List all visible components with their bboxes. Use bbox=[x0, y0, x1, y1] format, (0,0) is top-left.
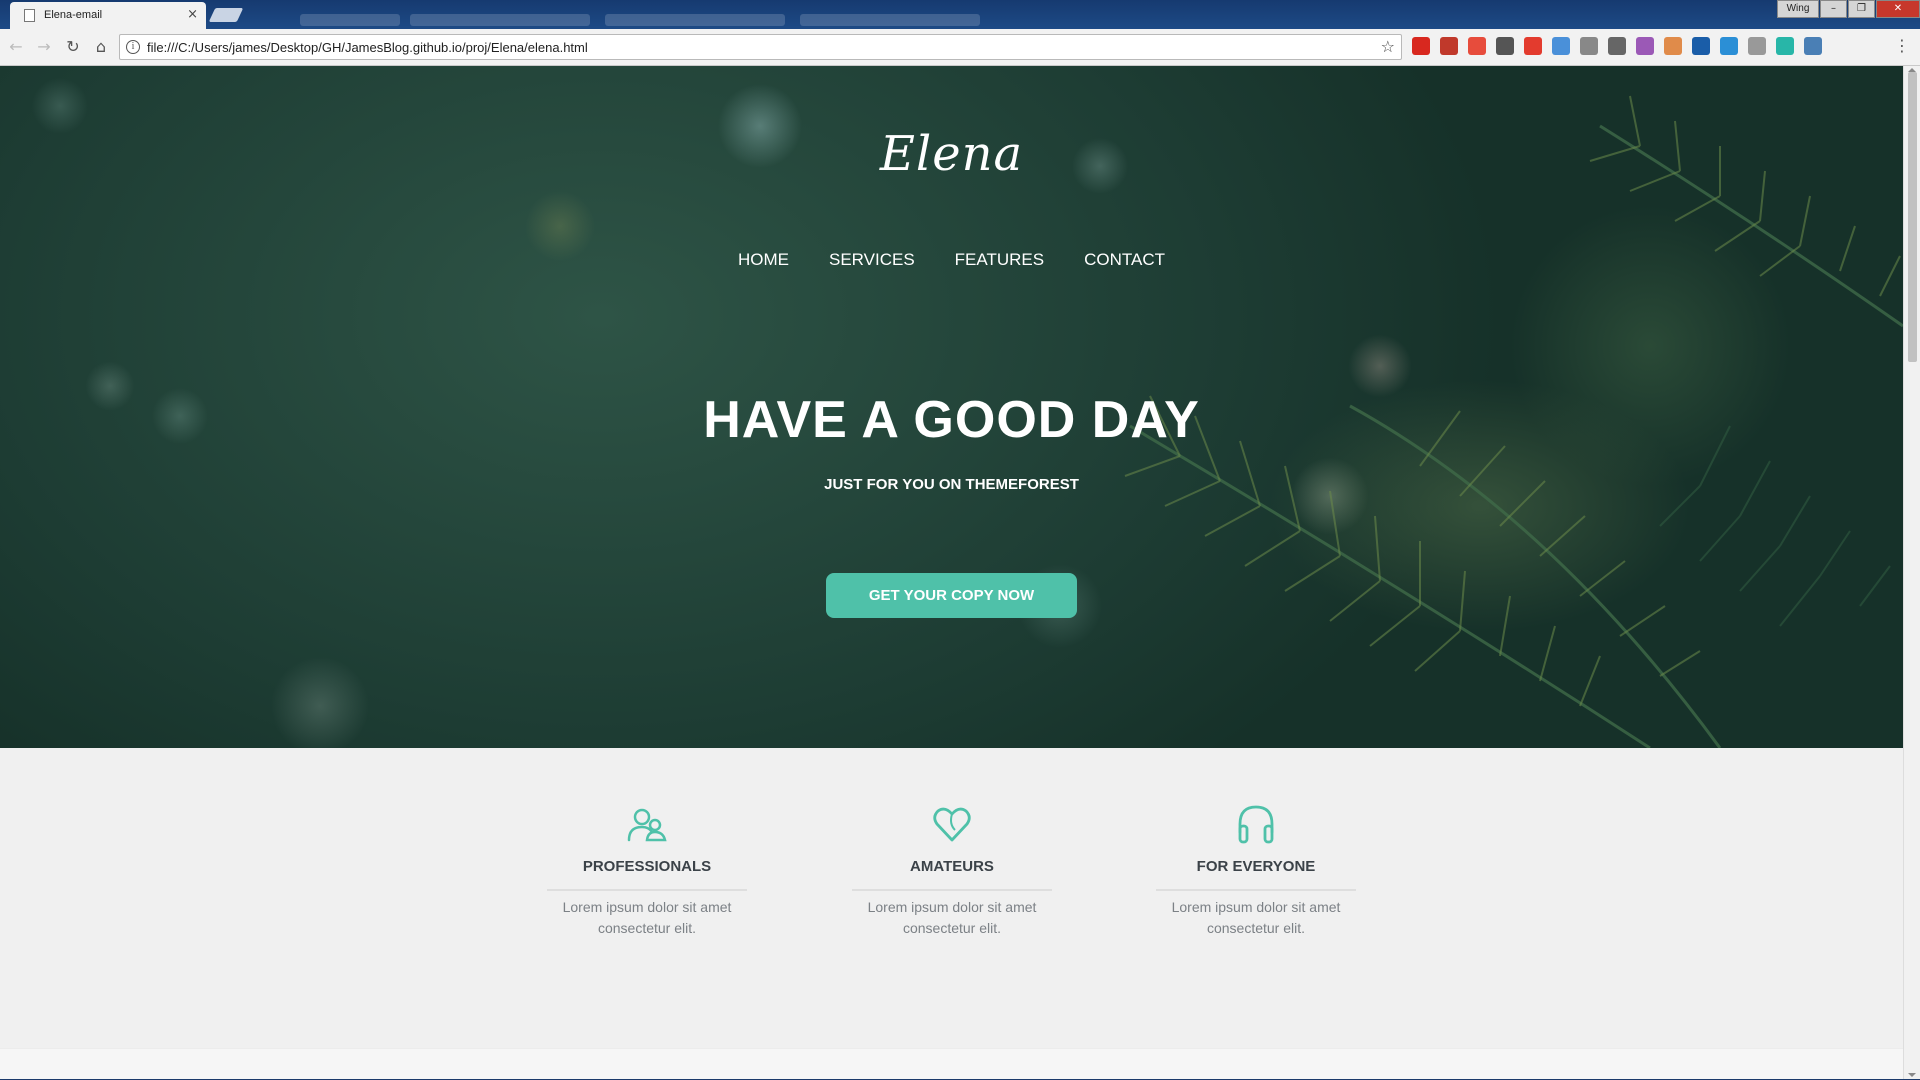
feature-for-everyone: FOR EVERYONE Lorem ipsum dolor sit amet … bbox=[1156, 802, 1356, 939]
browser-menu-icon[interactable]: ⋮ bbox=[1894, 37, 1910, 55]
page-scrollbar[interactable] bbox=[1903, 66, 1920, 1079]
search-ext-icon[interactable] bbox=[1496, 37, 1514, 55]
feature-amateurs: AMATEURS Lorem ipsum dolor sit amet cons… bbox=[852, 802, 1052, 939]
feature-text: Lorem ipsum dolor sit amet consectetur e… bbox=[1171, 899, 1341, 936]
window-titlebar: Elena-email × Wing – ❐ ✕ bbox=[0, 0, 1920, 29]
home-button[interactable]: ⌂ bbox=[91, 37, 111, 57]
hero-subheading: JUST FOR YOU ON THEMEFOREST bbox=[824, 476, 1079, 493]
page-icon bbox=[24, 9, 35, 22]
maximize-button[interactable]: ❐ bbox=[1848, 0, 1875, 18]
background-window-tab bbox=[300, 14, 400, 26]
feature-text: Lorem ipsum dolor sit amet consectetur e… bbox=[562, 899, 732, 936]
l-icon[interactable] bbox=[1692, 37, 1710, 55]
nav-features[interactable]: FEATURES bbox=[955, 250, 1044, 270]
opera-icon[interactable] bbox=[1412, 37, 1430, 55]
background-window-tab bbox=[800, 14, 980, 26]
feature-divider bbox=[1156, 889, 1356, 891]
feature-title: AMATEURS bbox=[910, 858, 994, 875]
bookmark-star-icon[interactable]: ☆ bbox=[1381, 37, 1395, 56]
clock-icon[interactable] bbox=[1552, 37, 1570, 55]
feature-divider bbox=[852, 889, 1052, 891]
screen-icon[interactable] bbox=[1608, 37, 1626, 55]
get-copy-button[interactable]: GET YOUR COPY NOW bbox=[826, 573, 1077, 618]
back-button[interactable]: ← bbox=[6, 37, 26, 57]
nav-services[interactable]: SERVICES bbox=[829, 250, 915, 270]
calendar-icon[interactable] bbox=[1664, 37, 1682, 55]
forward-button[interactable]: → bbox=[34, 37, 54, 57]
address-bar[interactable]: i file:///C:/Users/james/Desktop/GH/Jame… bbox=[119, 34, 1402, 60]
close-window-button[interactable]: ✕ bbox=[1876, 0, 1920, 18]
hero-headline: HAVE A GOOD DAY bbox=[703, 391, 1200, 449]
color-wheel-icon[interactable] bbox=[1636, 37, 1654, 55]
info-icon[interactable]: i bbox=[126, 40, 140, 54]
feature-title: FOR EVERYONE bbox=[1196, 858, 1316, 875]
site-logo[interactable]: Elena bbox=[0, 126, 1903, 182]
box-icon[interactable] bbox=[1580, 37, 1598, 55]
download-icon[interactable] bbox=[1720, 37, 1738, 55]
headphones-icon bbox=[1238, 805, 1274, 844]
media-icon[interactable] bbox=[1440, 37, 1458, 55]
heart-icon bbox=[933, 807, 971, 842]
scrollbar-thumb[interactable] bbox=[1908, 72, 1917, 362]
tab-close-icon[interactable]: × bbox=[187, 7, 198, 22]
new-tab-button[interactable] bbox=[208, 8, 244, 22]
extensions-bar bbox=[1412, 37, 1822, 55]
feature-professionals: PROFESSIONALS Lorem ipsum dolor sit amet… bbox=[547, 802, 747, 939]
browser-toolbar: ← → ↻ ⌂ i file:///C:/Users/james/Desktop… bbox=[0, 29, 1920, 66]
background-window-tab bbox=[410, 14, 590, 26]
features-section: PROFESSIONALS Lorem ipsum dolor sit amet… bbox=[0, 748, 1903, 1048]
bracket-icon[interactable] bbox=[1748, 37, 1766, 55]
next-section-edge bbox=[0, 1048, 1903, 1079]
browser-tab[interactable]: Elena-email × bbox=[10, 2, 206, 29]
nav-home[interactable]: HOME bbox=[738, 250, 789, 270]
page-viewport: Elena HOME SERVICES FEATURES CONTACT HAV… bbox=[0, 66, 1903, 1079]
feature-divider bbox=[547, 889, 747, 891]
tab-title: Elena-email bbox=[44, 9, 103, 21]
feature-text: Lorem ipsum dolor sit amet consectetur e… bbox=[867, 899, 1037, 936]
stack-icon[interactable] bbox=[1468, 37, 1486, 55]
reload-button[interactable]: ↻ bbox=[63, 37, 83, 57]
scroll-down-arrow-icon[interactable] bbox=[1908, 1073, 1916, 1077]
profile-button[interactable]: Wing bbox=[1777, 0, 1819, 18]
nav-contact[interactable]: CONTACT bbox=[1084, 250, 1165, 270]
red-square-icon[interactable] bbox=[1524, 37, 1542, 55]
m-icon[interactable] bbox=[1776, 37, 1794, 55]
window-controls: Wing – ❐ ✕ bbox=[1777, 0, 1920, 18]
capture-icon[interactable] bbox=[1804, 37, 1822, 55]
url-text[interactable]: file:///C:/Users/james/Desktop/GH/JamesB… bbox=[147, 40, 588, 55]
hero-section: Elena HOME SERVICES FEATURES CONTACT HAV… bbox=[0, 66, 1903, 748]
background-window-tab bbox=[605, 14, 785, 26]
main-nav: HOME SERVICES FEATURES CONTACT bbox=[0, 250, 1903, 270]
users-icon bbox=[627, 808, 667, 842]
minimize-button[interactable]: – bbox=[1820, 0, 1847, 18]
feature-title: PROFESSIONALS bbox=[582, 858, 712, 875]
